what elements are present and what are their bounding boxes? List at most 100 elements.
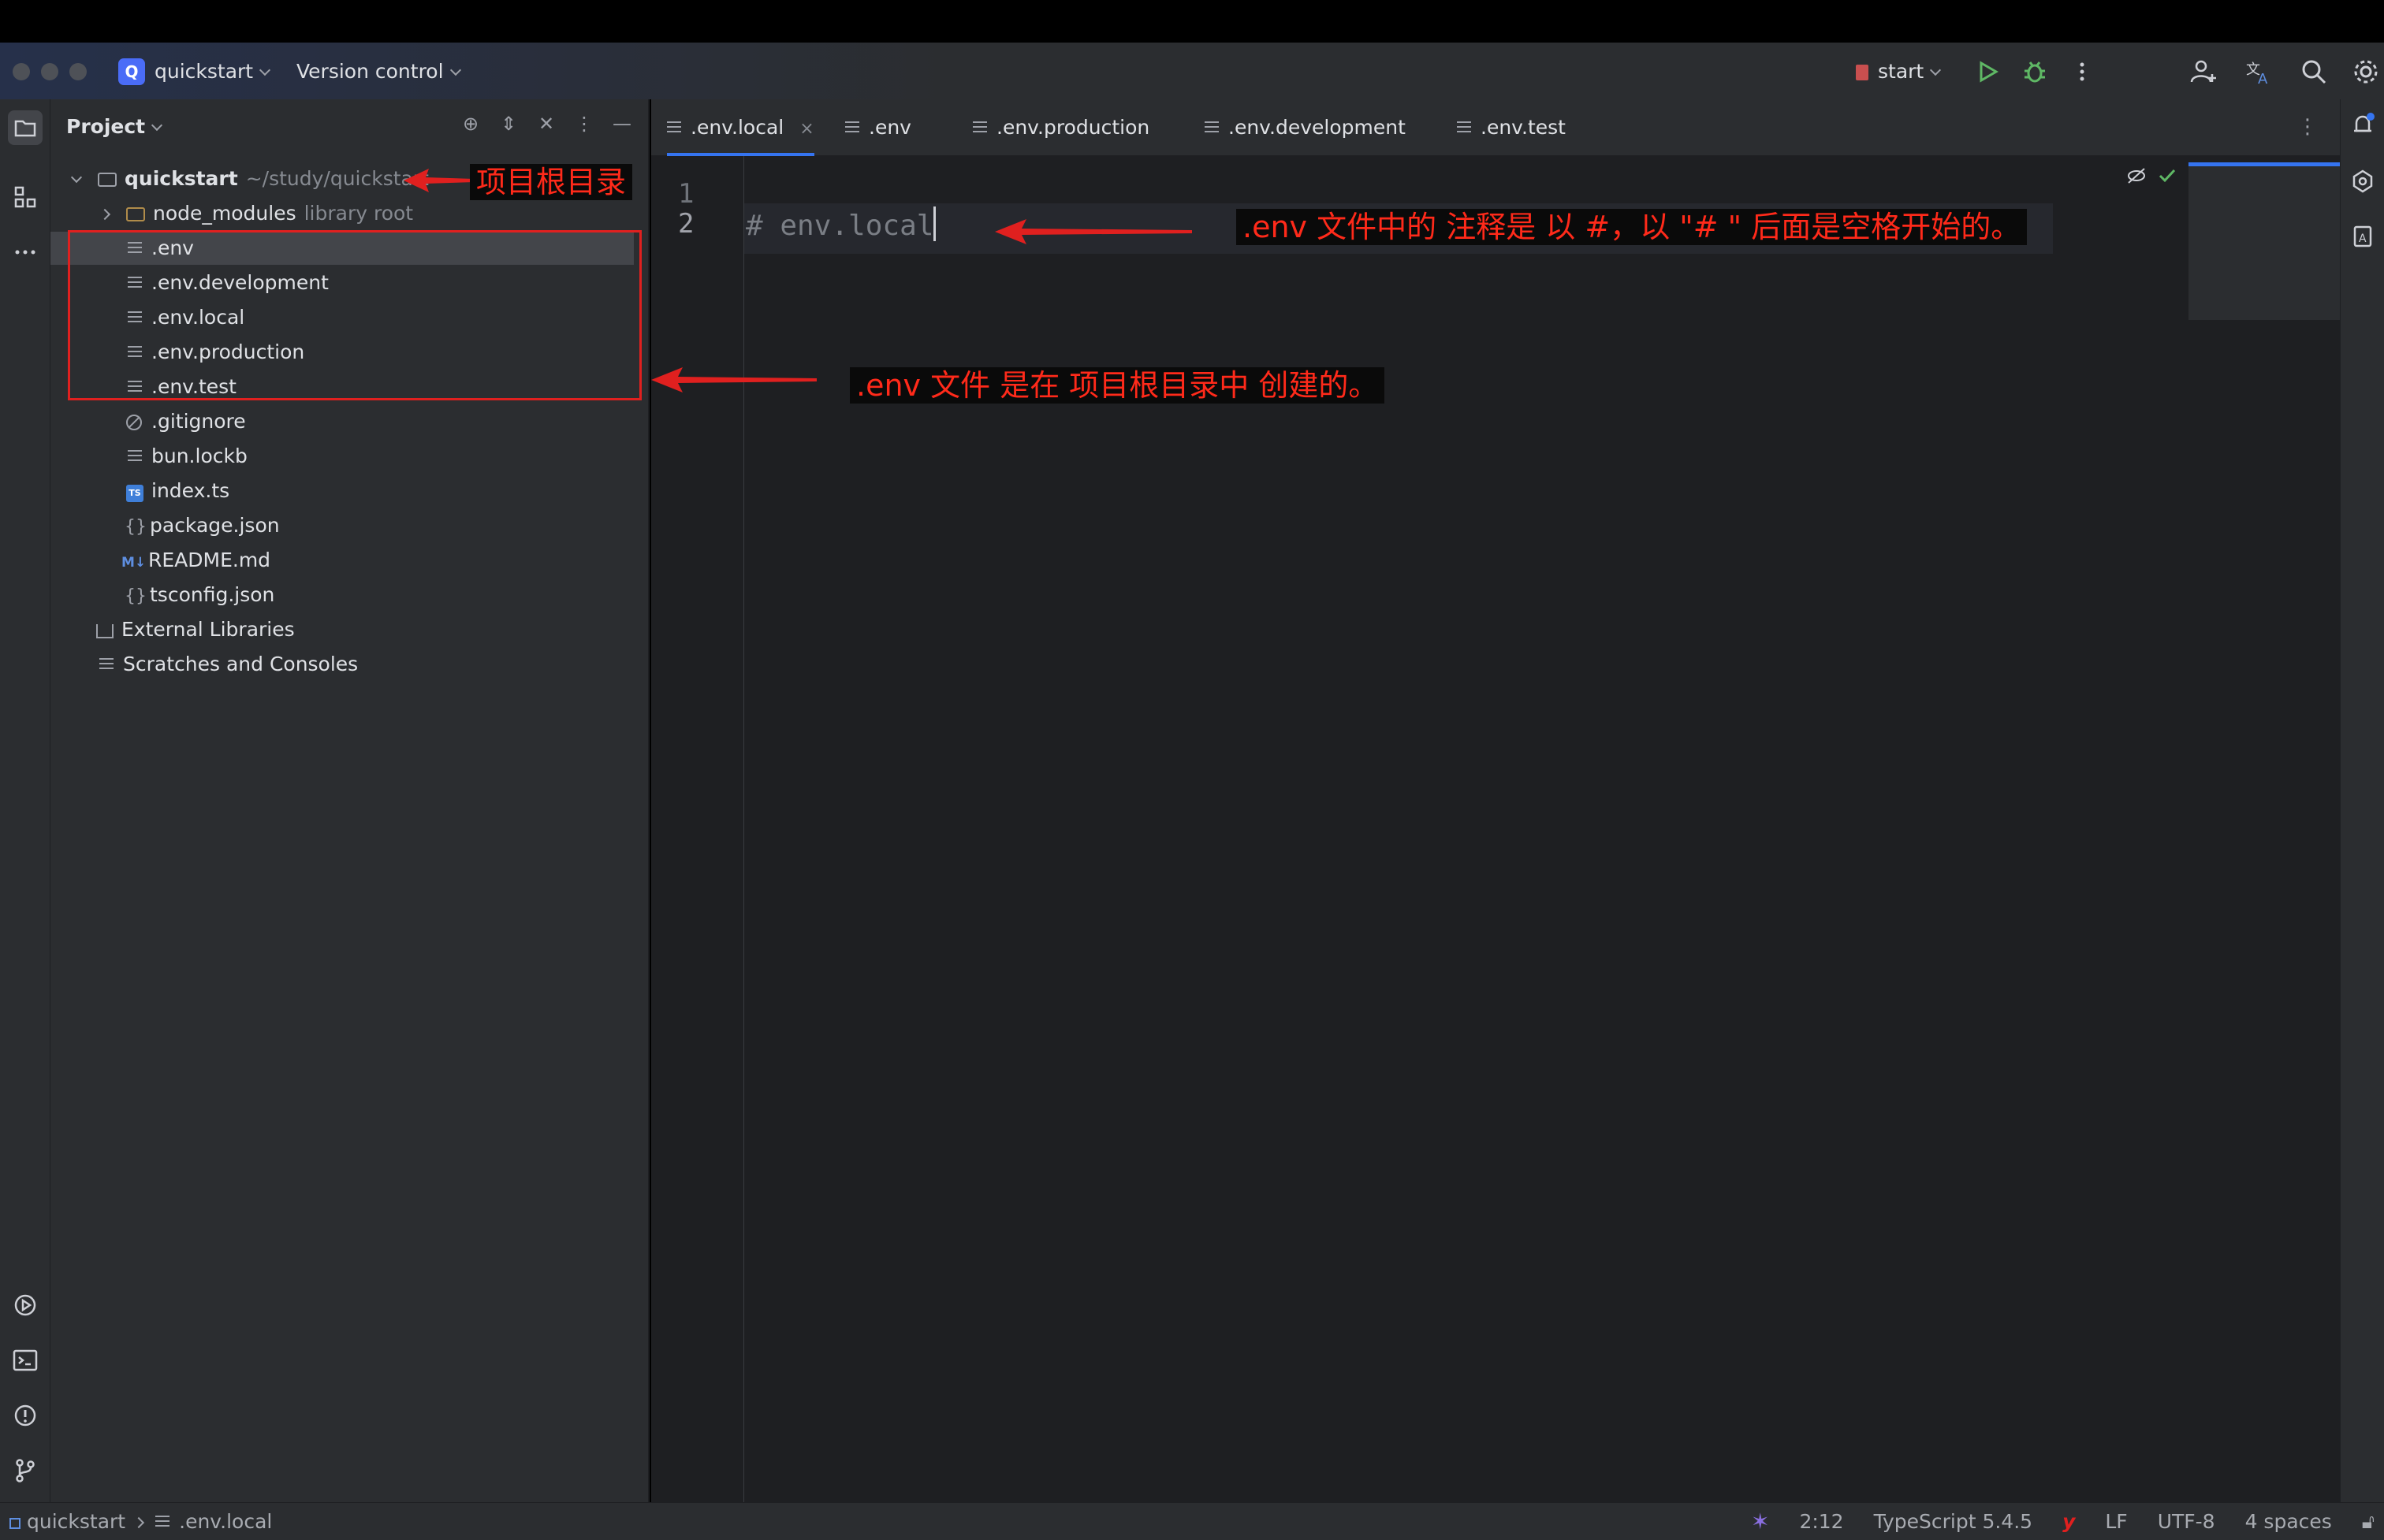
svg-text:A: A — [2359, 232, 2367, 245]
tree-item-index-ts[interactable]: TS index.ts — [50, 474, 650, 508]
tree-item-tsconfig-json[interactable]: {} tsconfig.json — [50, 578, 650, 612]
tree-item-package-json[interactable]: {} package.json — [50, 509, 650, 542]
close-window-button[interactable] — [13, 63, 30, 80]
left-tool-strip — [0, 99, 50, 1502]
tree-item-label: README.md — [148, 549, 271, 571]
line-ending[interactable]: LF — [2105, 1503, 2127, 1540]
annotation-highlight-box — [68, 230, 642, 400]
json-file-icon: {} — [125, 517, 147, 537]
zoom-window-button[interactable] — [69, 63, 87, 80]
breadcrumb: quickstart .env.local — [9, 1503, 272, 1540]
line-number-current: 2 — [678, 208, 695, 240]
annotation-arrow-root — [404, 169, 475, 192]
annotation-arrow-comment — [995, 219, 1192, 244]
scratches-icon — [99, 658, 114, 671]
status-widgets: ✶ 2:12 TypeScript 5.4.5 y LF UTF-8 4 spa… — [1751, 1503, 2375, 1540]
ignore-file-icon — [126, 415, 142, 430]
collapse-all-icon[interactable]: ✕ — [536, 113, 557, 134]
caret-position[interactable]: 2:12 — [1799, 1503, 1843, 1540]
tab-env-local[interactable]: .env.local × — [667, 99, 814, 156]
ai-status-icon[interactable]: ✶ — [1751, 1503, 1769, 1540]
database-icon[interactable]: A — [2349, 222, 2377, 251]
indent-setting[interactable]: 4 spaces — [2245, 1503, 2332, 1540]
lock-icon[interactable]: 🔓︎ — [2362, 1503, 2375, 1540]
more-actions-icon[interactable] — [2067, 57, 2097, 87]
status-bar: quickstart .env.local ✶ 2:12 TypeScript 5… — [0, 1502, 2384, 1540]
tab-env-test[interactable]: .env.test — [1457, 99, 1566, 156]
ai-assistant-icon[interactable] — [2349, 167, 2377, 195]
code-line-2[interactable]: # env.local — [746, 206, 937, 242]
tree-item-gitignore[interactable]: .gitignore — [50, 405, 650, 438]
breadcrumb-file[interactable]: .env.local — [179, 1510, 272, 1533]
editor-tabs: .env.local × .env .env.production .env.de… — [651, 99, 2340, 156]
project-badge[interactable]: Q — [118, 58, 145, 85]
version-control-menu[interactable]: Version control — [296, 58, 461, 85]
project-name: quickstart — [155, 60, 254, 83]
project-panel-title-label: Project — [66, 115, 146, 138]
project-panel-actions: ⊕ ⇕ ✕ ⋮ — — [460, 113, 632, 134]
text-file-icon — [128, 450, 142, 463]
yarn-icon[interactable]: y — [2062, 1503, 2075, 1540]
search-icon[interactable] — [2299, 57, 2329, 87]
annotation-arrow-created — [651, 367, 817, 392]
reader-mode-icons[interactable] — [2125, 164, 2181, 188]
more-tools-icon[interactable] — [8, 235, 43, 270]
git-branch-icon[interactable] — [8, 1453, 43, 1488]
right-tool-strip: A — [2340, 99, 2384, 1502]
tree-item-label: node_modules — [153, 202, 296, 225]
text-file-icon — [973, 121, 987, 134]
line-number: 1 — [678, 178, 695, 210]
window-controls[interactable] — [13, 63, 87, 80]
add-user-icon[interactable] — [2188, 57, 2218, 87]
tab-options-icon[interactable]: ⋮ — [2297, 115, 2318, 139]
options-icon[interactable]: ⋮ — [574, 113, 594, 134]
tree-item-node-modules[interactable]: node_modules library root — [50, 197, 650, 230]
tab-env[interactable]: .env — [845, 99, 911, 156]
chevron-right-icon — [133, 1516, 145, 1529]
settings-gear-icon[interactable] — [2351, 57, 2381, 87]
chevron-right-icon — [99, 208, 111, 221]
tree-item-label: package.json — [150, 514, 280, 537]
hide-panel-icon[interactable]: — — [612, 113, 632, 134]
project-switcher[interactable]: quickstart — [155, 58, 271, 85]
run-configuration-selector[interactable]: start — [1856, 58, 1942, 85]
text-file-icon — [667, 121, 681, 134]
translate-icon[interactable]: 文A — [2244, 57, 2274, 87]
annotation-created-label: .env 文件 是在 项目根目录中 创建的。 — [850, 367, 1385, 404]
tree-item-scratches[interactable]: Scratches and Consoles — [50, 648, 650, 681]
text-file-icon — [155, 1516, 170, 1528]
problems-icon[interactable] — [8, 1398, 43, 1433]
minimize-window-button[interactable] — [41, 63, 58, 80]
structure-icon[interactable] — [8, 180, 43, 214]
tab-label: .env.production — [996, 116, 1150, 139]
project-icon — [9, 1518, 20, 1529]
tree-item-hint: library root — [304, 202, 414, 225]
file-encoding[interactable]: UTF-8 — [2158, 1503, 2215, 1540]
tab-label: .env.development — [1228, 116, 1406, 139]
tree-item-label: .gitignore — [151, 410, 246, 433]
tab-label: .env.test — [1481, 116, 1566, 139]
project-panel-title[interactable]: Project — [66, 115, 163, 138]
annotation-root-label: 项目根目录 — [470, 164, 633, 200]
locate-file-icon[interactable]: ⊕ — [460, 113, 481, 134]
minimap[interactable] — [2188, 162, 2340, 320]
expand-all-icon[interactable]: ⇕ — [498, 113, 519, 134]
project-folder-icon[interactable] — [8, 110, 43, 145]
tree-item-readme[interactable]: M↓ README.md — [50, 544, 650, 577]
notifications-bell-icon[interactable] — [2349, 110, 2377, 139]
code-comment: # env.local — [746, 210, 934, 242]
run-services-icon[interactable] — [8, 1288, 43, 1322]
breadcrumb-project[interactable]: quickstart — [27, 1510, 125, 1533]
close-tab-icon[interactable]: × — [799, 119, 814, 139]
tree-item-external-libraries[interactable]: External Libraries — [50, 613, 650, 646]
tab-env-development[interactable]: .env.development — [1205, 99, 1406, 156]
markdown-file-icon: M↓ — [121, 555, 147, 571]
debug-icon[interactable] — [2020, 57, 2050, 87]
tree-item-bun-lockb[interactable]: bun.lockb — [50, 440, 650, 473]
tab-env-production[interactable]: .env.production — [973, 99, 1149, 156]
run-icon[interactable] — [1972, 57, 2002, 87]
tree-item-label: Scratches and Consoles — [123, 653, 359, 675]
language-service[interactable]: TypeScript 5.4.5 — [1874, 1503, 2033, 1540]
terminal-icon[interactable] — [8, 1343, 43, 1378]
tab-label: .env.local — [691, 116, 784, 139]
